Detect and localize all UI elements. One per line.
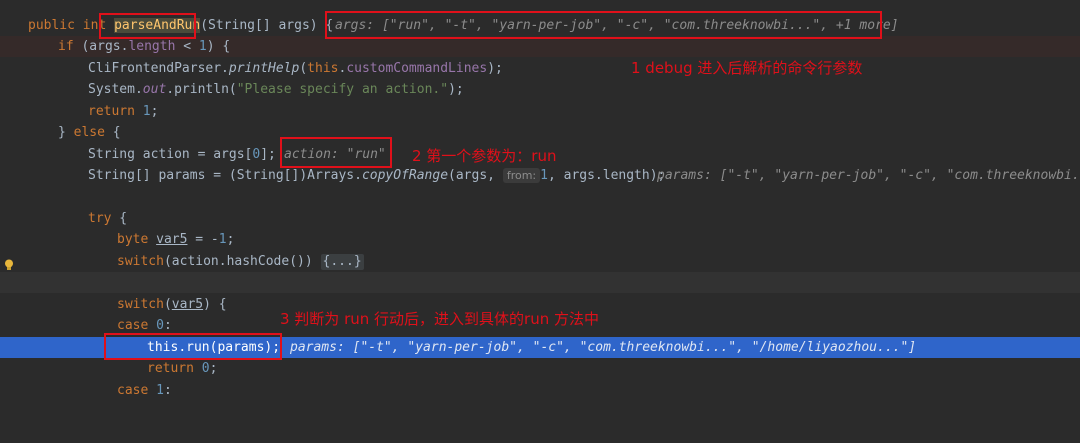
code-text: { [111,211,128,226]
code-text: < [175,39,199,54]
code-text: String action = args[ [88,147,253,162]
code-text: = - [187,232,219,247]
number-literal: 1 [134,104,151,119]
code-text: ( [163,297,172,312]
highlight-box-method [99,13,196,39]
code-text: : [163,318,172,333]
annotation-3: 3 判断为 run 行动后，进入到具体的run 方法中 [280,310,599,328]
code-line-3[interactable]: CliFrontendParser.printHelp(this.customC… [0,58,1080,79]
number-literal: 1 [148,383,164,398]
code-line-5[interactable]: return 1; [0,101,1080,122]
variable-var5: var5 [171,297,204,312]
field-length: length [128,39,176,54]
code-line-11[interactable]: byte var5 = -1; [0,229,1080,250]
number-literal: 0 [193,361,210,376]
highlight-box-run-call [104,333,282,360]
code-text: String[] params = (String[])Arrays. [88,168,362,183]
method-signature: (String[] args) { [200,18,334,33]
field-out: out [142,82,167,97]
code-text: .println( [166,82,237,97]
code-editor[interactable]: public int parseAndRun(String[] args) { … [0,0,1080,403]
code-text: { [104,125,121,140]
highlight-box-action-hint [280,137,392,168]
field-customCommandLines: customCommandLines [346,61,488,76]
keyword-switch: switch [117,297,164,312]
code-text: ; [150,104,159,119]
number-literal: 1 [540,168,548,183]
code-text: System. [88,82,143,97]
string-literal: "Please specify an action." [236,82,449,97]
code-line-2[interactable]: if (args.length < 1) { [0,36,1080,57]
code-text: ) { [206,39,231,54]
keyword-return: return [147,361,194,376]
code-text: : [163,383,172,398]
code-text: ]; [260,147,276,162]
keyword-else: else [73,125,105,140]
keyword-case: case [117,318,149,333]
code-line-12[interactable]: switch(action.hashCode()) {...} [0,251,1080,272]
code-text: ); [487,61,503,76]
keyword-public: public [28,18,75,33]
method-copyOfRange: copyOfRange [361,168,449,183]
debug-value-hint-params: params: ["-t", "yarn-per-job", "-c", "co… [290,340,917,355]
keyword-switch: switch [117,254,164,269]
keyword-byte: byte [117,232,149,247]
code-line-4[interactable]: System.out.println("Please specify an ac… [0,79,1080,100]
number-literal: 1 [218,232,227,247]
number-literal: 0 [148,318,164,333]
code-line-17[interactable]: return 0; [0,358,1080,379]
code-line-13[interactable] [0,272,1080,293]
code-line-10[interactable]: try { [0,208,1080,229]
code-line-18[interactable]: case 1: [0,380,1080,401]
debug-value-hint-params: params: ["-t", "yarn-per-job", "-c", "co… [657,168,1080,183]
keyword-case: case [117,383,149,398]
code-text: (args, [448,168,495,183]
code-line-6[interactable]: } else { [0,122,1080,143]
keyword-try: try [88,211,112,226]
code-text: ; [209,361,218,376]
code-text: (args. [73,39,129,54]
method-printHelp: printHelp [228,61,300,76]
code-text: ) { [203,297,227,312]
number-literal: 1 [198,39,207,54]
code-line-8[interactable]: String[] params = (String[])Arrays.copyO… [0,165,1080,186]
code-text: , args.length); [547,168,666,183]
keyword-this: this [307,61,339,76]
annotation-1: 1 debug 进入后解析的命令行参数 [631,59,863,77]
keyword-if: if [58,39,74,54]
variable-var5: var5 [156,232,188,247]
lightbulb-icon[interactable] [4,259,14,271]
highlight-box-args-hint [325,11,882,39]
annotation-2: 2 第一个参数为：run [412,147,557,165]
code-text: (action.hashCode()) [163,254,313,269]
code-text: ); [448,82,464,97]
code-text: CliFrontendParser. [88,61,229,76]
code-text: ; [226,232,235,247]
parameter-name-hint: from: [502,168,541,183]
folded-code-block[interactable]: {...} [320,254,364,270]
code-text: ( [299,61,308,76]
keyword-return: return [88,104,135,119]
code-text: } [58,125,74,140]
